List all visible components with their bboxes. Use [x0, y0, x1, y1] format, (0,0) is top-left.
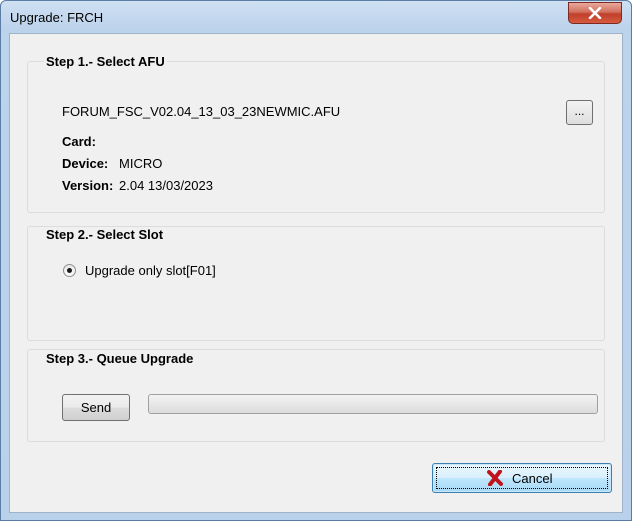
send-button[interactable]: Send: [62, 394, 130, 421]
step2-group: [27, 226, 605, 341]
card-label: Card:: [62, 134, 96, 149]
cancel-button[interactable]: Cancel: [432, 463, 612, 493]
window-title: Upgrade: FRCH: [10, 10, 104, 25]
cancel-label: Cancel: [512, 471, 553, 486]
upgrade-slot-radio[interactable]: [63, 264, 76, 277]
version-value: 2.04 13/03/2023: [119, 178, 213, 193]
version-label: Version:: [62, 178, 114, 193]
step1-legend: Step 1.- Select AFU: [44, 54, 167, 69]
afu-filename: FORUM_FSC_V02.04_13_03_23NEWMIC.AFU: [62, 104, 341, 119]
upgrade-slot-radio-label[interactable]: Upgrade only slot[F01]: [85, 263, 216, 278]
close-icon: [588, 7, 602, 19]
red-x-icon: [487, 470, 503, 486]
title-bar[interactable]: Upgrade: FRCH: [1, 1, 631, 33]
browse-afu-button[interactable]: ...: [566, 100, 593, 125]
upgrade-progress-bar: [148, 394, 598, 414]
step2-legend: Step 2.- Select Slot: [44, 227, 166, 242]
device-label: Device:: [62, 156, 109, 171]
step3-legend: Step 3.- Queue Upgrade: [44, 351, 196, 366]
device-value: MICRO: [119, 156, 163, 171]
close-button[interactable]: [568, 2, 622, 24]
step1-group: [27, 61, 605, 213]
